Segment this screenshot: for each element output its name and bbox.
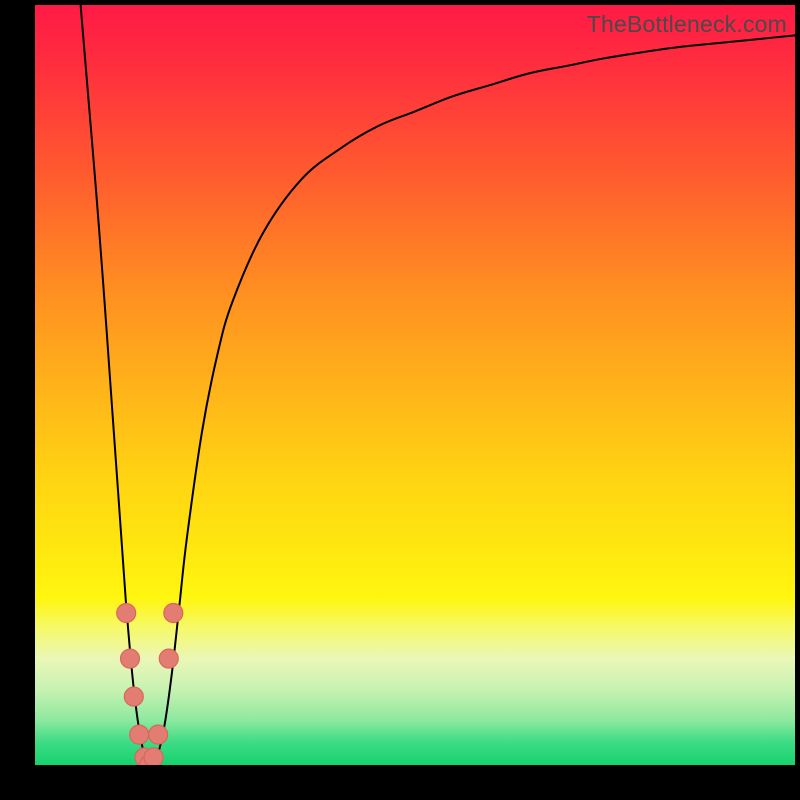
curve-path xyxy=(81,5,795,765)
plot-area: TheBottleneck.com xyxy=(35,5,795,765)
marker-dot xyxy=(130,725,149,744)
marker-dot xyxy=(124,687,143,706)
marker-dot xyxy=(159,649,178,668)
bottleneck-curve xyxy=(35,5,795,765)
curve-markers xyxy=(117,604,183,766)
marker-dot xyxy=(164,604,183,623)
marker-dot xyxy=(149,725,168,744)
marker-dot xyxy=(121,649,140,668)
marker-dot xyxy=(117,604,136,623)
marker-dot xyxy=(144,748,163,765)
chart-frame: TheBottleneck.com xyxy=(0,0,800,800)
